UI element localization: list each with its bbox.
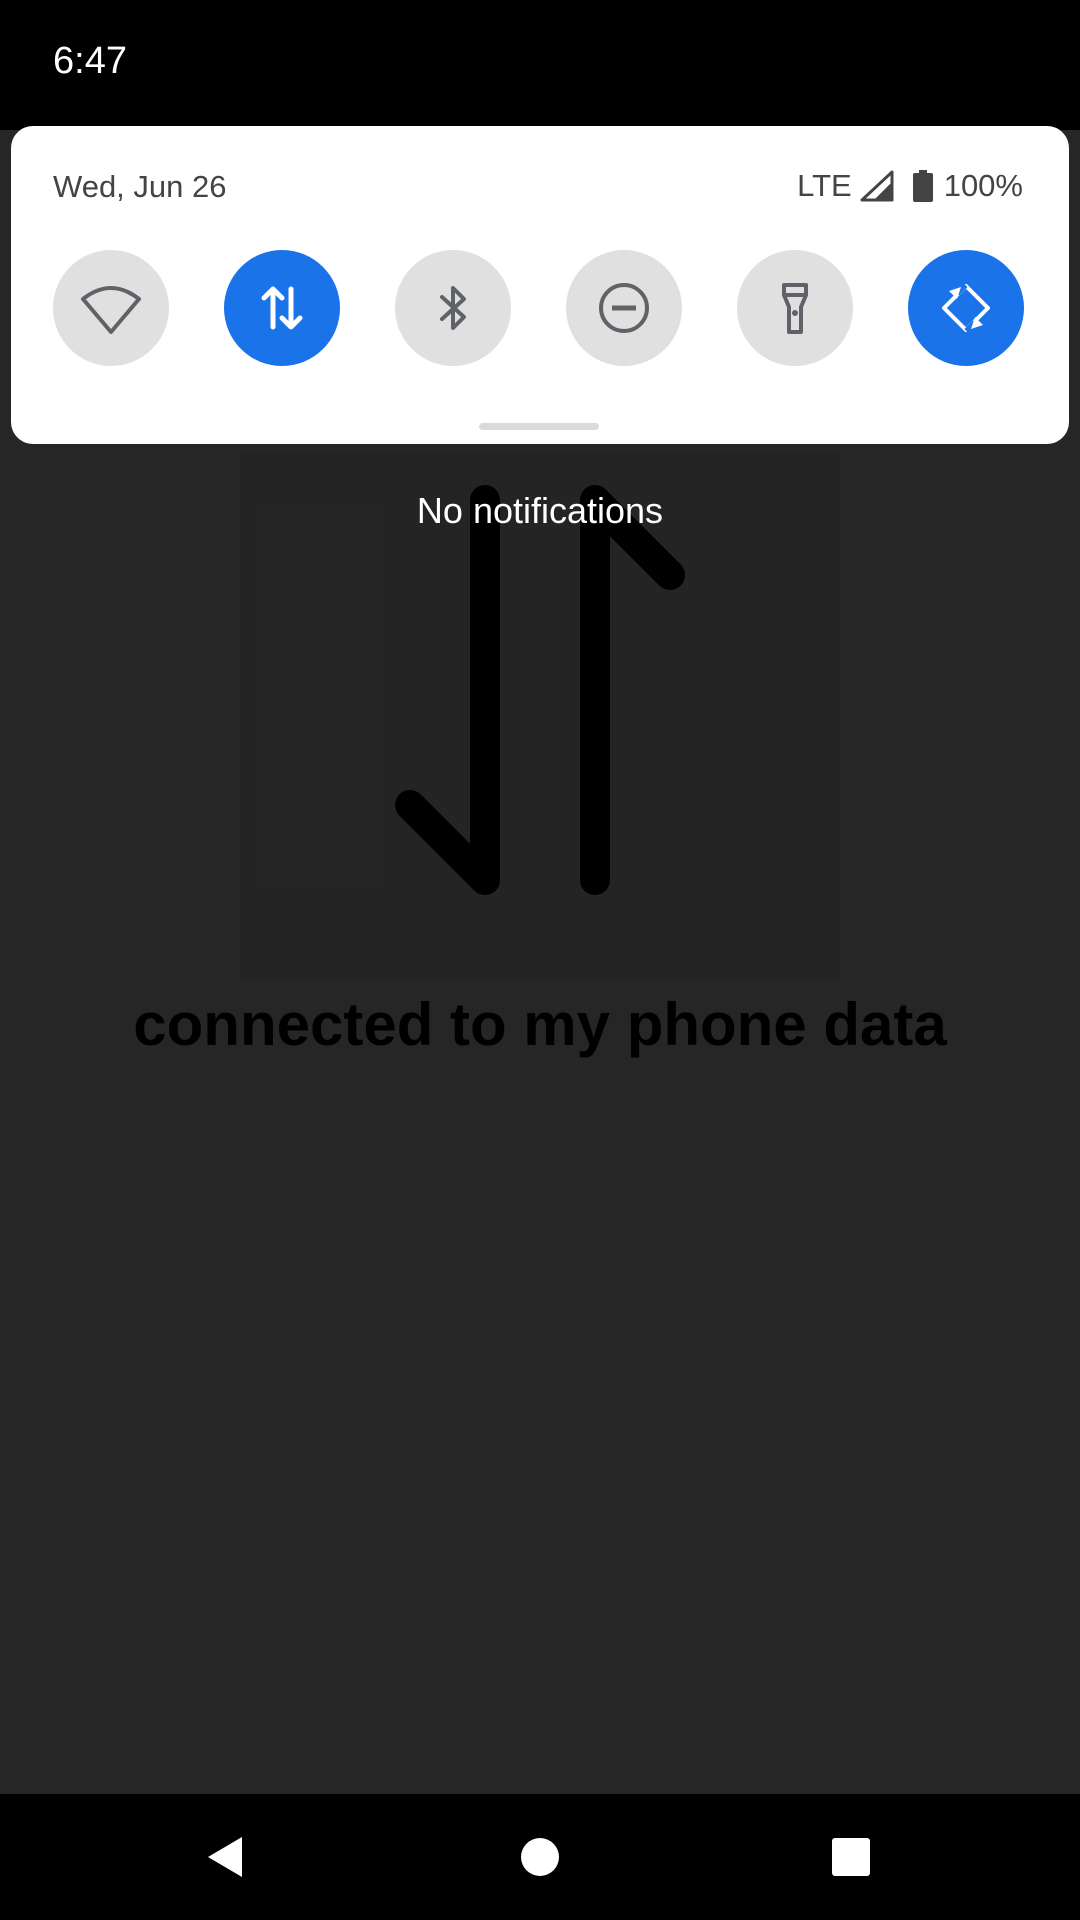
tile-bluetooth[interactable]	[395, 250, 511, 366]
data-arrows-icon	[261, 286, 303, 330]
navigation-bar	[0, 1794, 1080, 1920]
qs-status-icons: LTE 100%	[797, 168, 1023, 204]
home-icon	[521, 1838, 559, 1876]
tile-auto-rotate[interactable]	[908, 250, 1024, 366]
back-button[interactable]	[186, 1817, 266, 1897]
bluetooth-icon	[440, 286, 466, 330]
recents-icon	[832, 1838, 870, 1876]
no-notifications-label: No notifications	[416, 490, 664, 531]
phone-screen: connected to my phone data 6:47 Wed, Jun…	[0, 0, 1080, 1920]
flashlight-icon	[782, 283, 808, 334]
back-icon	[208, 1837, 242, 1877]
home-button[interactable]	[500, 1817, 580, 1897]
tile-flashlight[interactable]	[737, 250, 853, 366]
quick-settings-panel: Wed, Jun 26 LTE 100%	[11, 126, 1069, 444]
wifi-icon	[81, 286, 141, 334]
rotate-icon	[942, 278, 990, 338]
tile-do-not-disturb[interactable]	[566, 250, 682, 366]
status-bar: 6:47	[0, 0, 1080, 130]
recents-button[interactable]	[811, 1817, 891, 1897]
tile-wifi[interactable]	[53, 250, 169, 366]
battery-icon	[912, 170, 933, 202]
quick-settings-tiles	[53, 250, 1027, 366]
battery-level: 100%	[943, 168, 1023, 203]
qs-expand-handle[interactable]	[479, 423, 599, 430]
network-type: LTE	[797, 168, 852, 203]
status-time: 6:47	[53, 40, 127, 82]
tile-mobile-data[interactable]	[224, 250, 340, 366]
signal-icon	[860, 170, 894, 202]
dnd-icon	[599, 283, 649, 333]
background-caption: connected to my phone data	[133, 991, 947, 1058]
background-data-arrows-icon	[395, 485, 685, 895]
qs-date[interactable]: Wed, Jun 26	[53, 169, 226, 205]
